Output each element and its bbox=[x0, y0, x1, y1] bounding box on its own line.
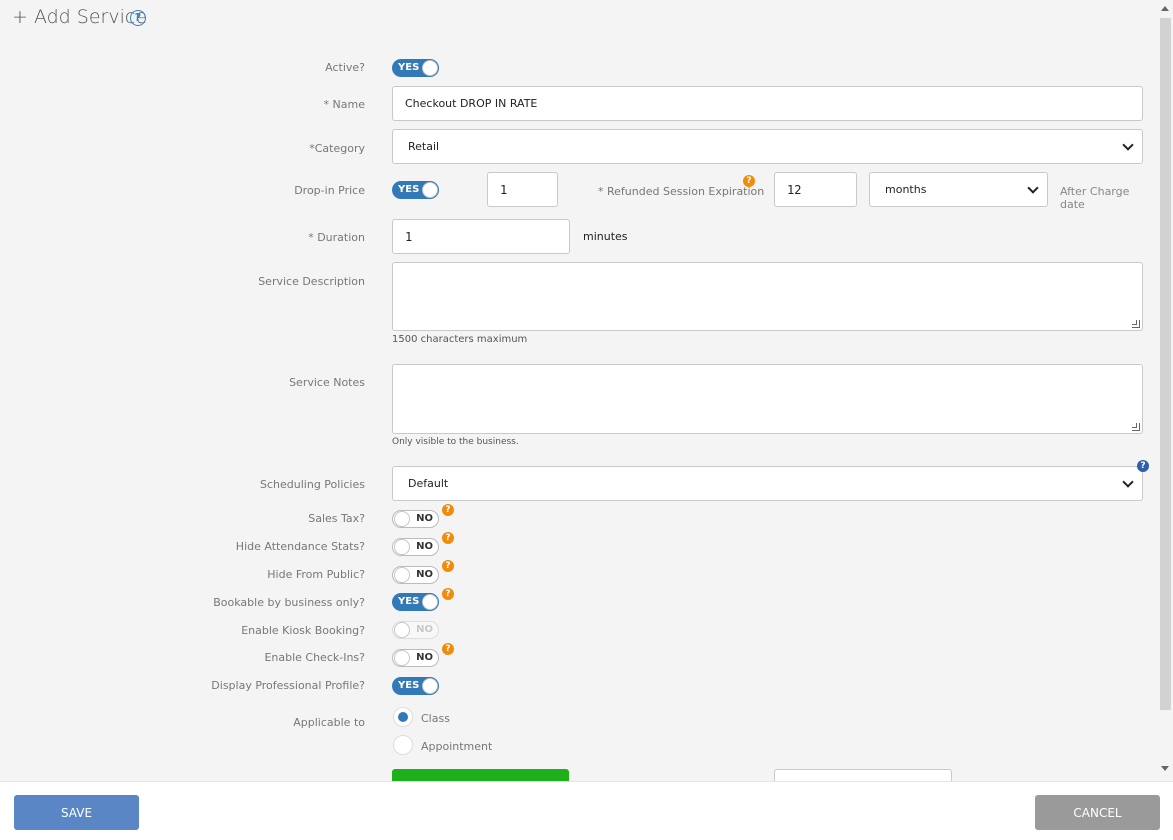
refund-value-input[interactable]: 12 bbox=[774, 172, 857, 207]
toggle-knob bbox=[394, 511, 410, 527]
dropin-label: Drop-in Price bbox=[294, 184, 365, 197]
refund-label: * Refunded Session Expiration bbox=[598, 185, 765, 198]
scroll-down-icon[interactable] bbox=[1161, 766, 1169, 771]
hide-public-toggle[interactable]: NO bbox=[392, 566, 439, 584]
after-charge-text: After Charge date bbox=[1060, 185, 1130, 211]
action-button-partial[interactable] bbox=[392, 769, 569, 781]
radio-class[interactable] bbox=[393, 707, 413, 727]
active-label: Active? bbox=[325, 61, 365, 74]
description-label: Service Description bbox=[258, 275, 365, 288]
help-badge-icon[interactable]: ? bbox=[442, 588, 454, 600]
notes-hint: Only visible to the business. bbox=[392, 437, 519, 447]
toggle-state: NO bbox=[416, 624, 433, 635]
scrollbar[interactable] bbox=[1158, 0, 1173, 781]
help-badge-icon[interactable]: ? bbox=[442, 504, 454, 516]
form-area: + Add Service ? Active? YES * Name Check… bbox=[0, 0, 1158, 781]
name-label: * Name bbox=[323, 98, 365, 111]
dropin-price-value: 1 bbox=[500, 182, 508, 197]
duration-input[interactable]: 1 bbox=[392, 219, 570, 254]
save-button[interactable]: SAVE bbox=[14, 795, 139, 830]
toggle-state: YES bbox=[398, 62, 420, 73]
check-ins-toggle[interactable]: NO bbox=[392, 649, 439, 667]
name-value: Checkout DROP IN RATE bbox=[405, 97, 538, 110]
duration-unit: minutes bbox=[583, 230, 628, 243]
refund-unit-value: months bbox=[885, 183, 927, 196]
scheduling-label: Scheduling Policies bbox=[260, 478, 365, 491]
chevron-down-icon bbox=[1122, 138, 1134, 151]
dropin-price-input[interactable]: 1 bbox=[487, 172, 558, 207]
scheduling-select[interactable]: Default bbox=[392, 466, 1143, 501]
chevron-down-icon bbox=[1122, 475, 1134, 488]
toggle-knob bbox=[394, 650, 410, 666]
hide-public-label: Hide From Public? bbox=[267, 568, 365, 581]
chevron-down-icon bbox=[1027, 181, 1039, 194]
toggle-state: YES bbox=[398, 680, 420, 691]
bookable-business-label: Bookable by business only? bbox=[213, 596, 365, 609]
toggle-state: NO bbox=[416, 652, 433, 663]
scheduling-value: Default bbox=[408, 477, 449, 490]
kiosk-booking-toggle: NO bbox=[392, 621, 439, 639]
footer: SAVE CANCEL bbox=[0, 781, 1173, 840]
refund-unit-select[interactable]: months bbox=[869, 172, 1048, 207]
sales-tax-label: Sales Tax? bbox=[308, 512, 365, 525]
notes-textarea[interactable] bbox=[392, 364, 1143, 434]
resize-handle-icon[interactable] bbox=[1132, 423, 1140, 431]
scroll-up-icon[interactable] bbox=[1161, 6, 1169, 11]
radio-appointment-label: Appointment bbox=[421, 740, 493, 753]
scrollbar-thumb[interactable] bbox=[1160, 18, 1171, 710]
help-badge-icon[interactable]: ? bbox=[442, 532, 454, 544]
name-input[interactable]: Checkout DROP IN RATE bbox=[392, 86, 1143, 121]
professional-profile-label: Display Professional Profile? bbox=[211, 679, 365, 692]
cancel-button[interactable]: CANCEL bbox=[1035, 795, 1160, 830]
toggle-knob bbox=[394, 539, 410, 555]
category-label: *Category bbox=[309, 142, 365, 155]
page-title: + Add Service bbox=[12, 6, 148, 28]
description-hint: 1500 characters maximum bbox=[392, 334, 528, 345]
hide-attendance-label: Hide Attendance Stats? bbox=[235, 540, 365, 553]
category-value: Retail bbox=[408, 140, 440, 153]
refund-value: 12 bbox=[787, 182, 802, 197]
hide-attendance-toggle[interactable]: NO bbox=[392, 538, 439, 556]
toggle-knob bbox=[394, 622, 410, 638]
help-icon[interactable]: ? bbox=[130, 10, 146, 26]
toggle-knob bbox=[394, 567, 410, 583]
toggle-state: YES bbox=[398, 596, 420, 607]
resize-handle-icon[interactable] bbox=[1132, 320, 1140, 328]
input-partial[interactable] bbox=[774, 769, 952, 781]
radio-class-label: Class bbox=[421, 712, 450, 725]
bookable-business-toggle[interactable]: YES bbox=[392, 593, 439, 611]
duration-label: * Duration bbox=[308, 231, 365, 244]
professional-profile-toggle[interactable]: YES bbox=[392, 677, 439, 695]
toggle-knob bbox=[422, 678, 438, 694]
duration-value: 1 bbox=[405, 229, 413, 244]
help-badge-icon[interactable]: ? bbox=[1137, 460, 1149, 472]
radio-appointment[interactable] bbox=[393, 735, 413, 755]
toggle-knob bbox=[422, 182, 438, 198]
active-toggle[interactable]: YES bbox=[392, 59, 439, 77]
toggle-state: YES bbox=[398, 184, 420, 195]
notes-label: Service Notes bbox=[289, 376, 365, 389]
toggle-state: NO bbox=[416, 513, 433, 524]
toggle-state: NO bbox=[416, 569, 433, 580]
check-ins-label: Enable Check-Ins? bbox=[264, 651, 365, 664]
kiosk-booking-label: Enable Kiosk Booking? bbox=[241, 624, 365, 637]
toggle-knob bbox=[422, 594, 438, 610]
help-badge-icon[interactable]: ? bbox=[743, 175, 755, 187]
sales-tax-toggle[interactable]: NO bbox=[392, 510, 439, 528]
dropin-toggle[interactable]: YES bbox=[392, 181, 439, 199]
help-badge-icon[interactable]: ? bbox=[442, 560, 454, 572]
description-textarea[interactable] bbox=[392, 262, 1143, 331]
help-badge-icon[interactable]: ? bbox=[442, 643, 454, 655]
category-select[interactable]: Retail bbox=[392, 129, 1143, 164]
toggle-knob bbox=[422, 60, 438, 76]
toggle-state: NO bbox=[416, 541, 433, 552]
applicable-label: Applicable to bbox=[293, 716, 365, 729]
